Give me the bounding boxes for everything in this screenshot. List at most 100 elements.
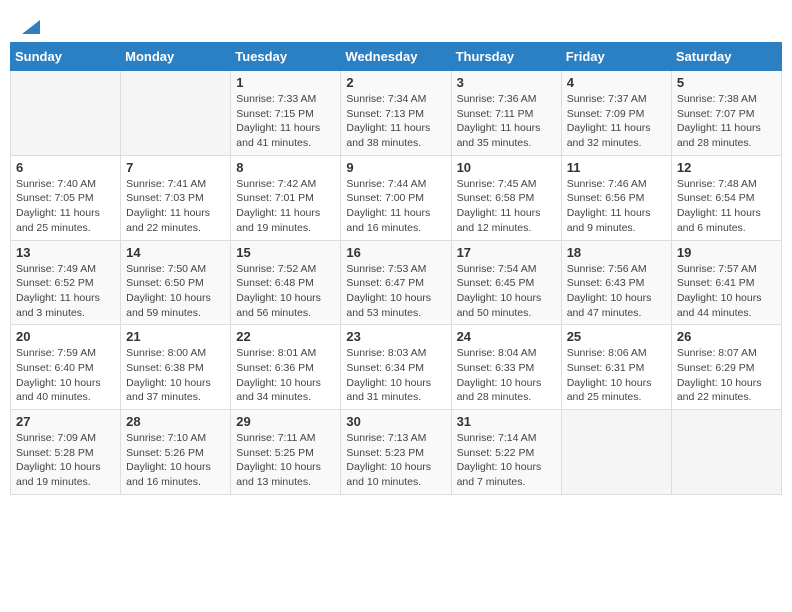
calendar-cell: 1 Sunrise: 7:33 AM Sunset: 7:15 PM Daylig…: [231, 71, 341, 156]
calendar-header-thursday: Thursday: [451, 43, 561, 71]
calendar-header-wednesday: Wednesday: [341, 43, 451, 71]
day-info: Sunrise: 7:48 AM Sunset: 6:54 PM Dayligh…: [677, 177, 776, 236]
calendar-week-row: 13Sunrise: 7:49 AM Sunset: 6:52 PM Dayli…: [11, 240, 782, 325]
day-number: 31: [457, 414, 556, 429]
day-info: Sunrise: 7:13 AM Sunset: 5:23 PM Dayligh…: [346, 431, 445, 490]
calendar-cell: 24 Sunrise: 8:04 AM Sunset: 6:33 PM Dayli…: [451, 325, 561, 410]
calendar-cell: 31 Sunrise: 7:14 AM Sunset: 5:22 PM Dayli…: [451, 410, 561, 495]
calendar-week-row: 1 Sunrise: 7:33 AM Sunset: 7:15 PM Daylig…: [11, 71, 782, 156]
day-number: 5: [677, 75, 776, 90]
day-info: Sunrise: 7:54 AM Sunset: 6:45 PM Dayligh…: [457, 262, 556, 321]
calendar-header-saturday: Saturday: [671, 43, 781, 71]
calendar-cell: 23 Sunrise: 8:03 AM Sunset: 6:34 PM Dayli…: [341, 325, 451, 410]
day-info: Sunrise: 8:06 AM Sunset: 6:31 PM Dayligh…: [567, 346, 666, 405]
day-info: Sunrise: 7:50 AM Sunset: 6:50 PM Dayligh…: [126, 262, 225, 321]
day-number: 24: [457, 329, 556, 344]
calendar-header-monday: Monday: [121, 43, 231, 71]
calendar-cell: 6Sunrise: 7:40 AM Sunset: 7:05 PM Daylig…: [11, 155, 121, 240]
day-number: 12: [677, 160, 776, 175]
day-number: 16: [346, 245, 445, 260]
day-info: Sunrise: 7:52 AM Sunset: 6:48 PM Dayligh…: [236, 262, 335, 321]
header: [10, 10, 782, 42]
day-info: Sunrise: 8:04 AM Sunset: 6:33 PM Dayligh…: [457, 346, 556, 405]
calendar-cell: 11 Sunrise: 7:46 AM Sunset: 6:56 PM Dayli…: [561, 155, 671, 240]
day-info: Sunrise: 8:03 AM Sunset: 6:34 PM Dayligh…: [346, 346, 445, 405]
calendar-cell: 8 Sunrise: 7:42 AM Sunset: 7:01 PM Daylig…: [231, 155, 341, 240]
calendar-cell: 21 Sunrise: 8:00 AM Sunset: 6:38 PM Dayli…: [121, 325, 231, 410]
calendar-table: SundayMondayTuesdayWednesdayThursdayFrid…: [10, 42, 782, 495]
day-number: 8: [236, 160, 335, 175]
calendar-cell: 15 Sunrise: 7:52 AM Sunset: 6:48 PM Dayli…: [231, 240, 341, 325]
calendar-week-row: 6Sunrise: 7:40 AM Sunset: 7:05 PM Daylig…: [11, 155, 782, 240]
day-info: Sunrise: 8:00 AM Sunset: 6:38 PM Dayligh…: [126, 346, 225, 405]
day-number: 25: [567, 329, 666, 344]
calendar-cell: 30 Sunrise: 7:13 AM Sunset: 5:23 PM Dayli…: [341, 410, 451, 495]
day-number: 21: [126, 329, 225, 344]
calendar-cell: 27Sunrise: 7:09 AM Sunset: 5:28 PM Dayli…: [11, 410, 121, 495]
day-info: Sunrise: 7:37 AM Sunset: 7:09 PM Dayligh…: [567, 92, 666, 151]
day-info: Sunrise: 7:42 AM Sunset: 7:01 PM Dayligh…: [236, 177, 335, 236]
day-info: Sunrise: 7:11 AM Sunset: 5:25 PM Dayligh…: [236, 431, 335, 490]
calendar-cell: 9 Sunrise: 7:44 AM Sunset: 7:00 PM Daylig…: [341, 155, 451, 240]
day-info: Sunrise: 8:01 AM Sunset: 6:36 PM Dayligh…: [236, 346, 335, 405]
day-info: Sunrise: 8:07 AM Sunset: 6:29 PM Dayligh…: [677, 346, 776, 405]
day-number: 1: [236, 75, 335, 90]
calendar-cell: 12 Sunrise: 7:48 AM Sunset: 6:54 PM Dayli…: [671, 155, 781, 240]
calendar-cell: 7 Sunrise: 7:41 AM Sunset: 7:03 PM Daylig…: [121, 155, 231, 240]
day-number: 20: [16, 329, 115, 344]
day-info: Sunrise: 7:14 AM Sunset: 5:22 PM Dayligh…: [457, 431, 556, 490]
logo: [20, 20, 40, 34]
day-number: 30: [346, 414, 445, 429]
calendar-header-sunday: Sunday: [11, 43, 121, 71]
calendar-cell: 17Sunrise: 7:54 AM Sunset: 6:45 PM Dayli…: [451, 240, 561, 325]
calendar-cell: 26 Sunrise: 8:07 AM Sunset: 6:29 PM Dayli…: [671, 325, 781, 410]
day-info: Sunrise: 7:41 AM Sunset: 7:03 PM Dayligh…: [126, 177, 225, 236]
calendar-week-row: 27Sunrise: 7:09 AM Sunset: 5:28 PM Dayli…: [11, 410, 782, 495]
day-info: Sunrise: 7:10 AM Sunset: 5:26 PM Dayligh…: [126, 431, 225, 490]
calendar-cell: 29 Sunrise: 7:11 AM Sunset: 5:25 PM Dayli…: [231, 410, 341, 495]
calendar-cell: 14Sunrise: 7:50 AM Sunset: 6:50 PM Dayli…: [121, 240, 231, 325]
day-info: Sunrise: 7:38 AM Sunset: 7:07 PM Dayligh…: [677, 92, 776, 151]
calendar-cell: 28 Sunrise: 7:10 AM Sunset: 5:26 PM Dayli…: [121, 410, 231, 495]
day-info: Sunrise: 7:59 AM Sunset: 6:40 PM Dayligh…: [16, 346, 115, 405]
day-info: Sunrise: 7:46 AM Sunset: 6:56 PM Dayligh…: [567, 177, 666, 236]
day-number: 10: [457, 160, 556, 175]
calendar-header-tuesday: Tuesday: [231, 43, 341, 71]
calendar-cell: 20 Sunrise: 7:59 AM Sunset: 6:40 PM Dayli…: [11, 325, 121, 410]
day-info: Sunrise: 7:33 AM Sunset: 7:15 PM Dayligh…: [236, 92, 335, 151]
calendar-cell: 22 Sunrise: 8:01 AM Sunset: 6:36 PM Dayli…: [231, 325, 341, 410]
day-info: Sunrise: 7:45 AM Sunset: 6:58 PM Dayligh…: [457, 177, 556, 236]
calendar-cell: 3Sunrise: 7:36 AM Sunset: 7:11 PM Daylig…: [451, 71, 561, 156]
day-number: 13: [16, 245, 115, 260]
day-info: Sunrise: 7:34 AM Sunset: 7:13 PM Dayligh…: [346, 92, 445, 151]
calendar-cell: 19 Sunrise: 7:57 AM Sunset: 6:41 PM Dayli…: [671, 240, 781, 325]
day-number: 22: [236, 329, 335, 344]
day-number: 9: [346, 160, 445, 175]
calendar-cell: 5 Sunrise: 7:38 AM Sunset: 7:07 PM Daylig…: [671, 71, 781, 156]
day-number: 6: [16, 160, 115, 175]
day-number: 29: [236, 414, 335, 429]
day-info: Sunrise: 7:57 AM Sunset: 6:41 PM Dayligh…: [677, 262, 776, 321]
day-number: 15: [236, 245, 335, 260]
day-number: 19: [677, 245, 776, 260]
day-number: 23: [346, 329, 445, 344]
day-number: 28: [126, 414, 225, 429]
calendar-cell: [671, 410, 781, 495]
calendar-header-friday: Friday: [561, 43, 671, 71]
day-number: 26: [677, 329, 776, 344]
calendar-cell: 10 Sunrise: 7:45 AM Sunset: 6:58 PM Dayli…: [451, 155, 561, 240]
day-number: 11: [567, 160, 666, 175]
day-info: Sunrise: 7:44 AM Sunset: 7:00 PM Dayligh…: [346, 177, 445, 236]
calendar-cell: 18Sunrise: 7:56 AM Sunset: 6:43 PM Dayli…: [561, 240, 671, 325]
calendar-cell: 16Sunrise: 7:53 AM Sunset: 6:47 PM Dayli…: [341, 240, 451, 325]
day-number: 2: [346, 75, 445, 90]
calendar-cell: 13Sunrise: 7:49 AM Sunset: 6:52 PM Dayli…: [11, 240, 121, 325]
day-number: 4: [567, 75, 666, 90]
calendar-cell: [121, 71, 231, 156]
calendar-cell: 2 Sunrise: 7:34 AM Sunset: 7:13 PM Daylig…: [341, 71, 451, 156]
logo-icon: [22, 20, 40, 34]
calendar-cell: [11, 71, 121, 156]
day-number: 7: [126, 160, 225, 175]
day-number: 18: [567, 245, 666, 260]
day-number: 3: [457, 75, 556, 90]
